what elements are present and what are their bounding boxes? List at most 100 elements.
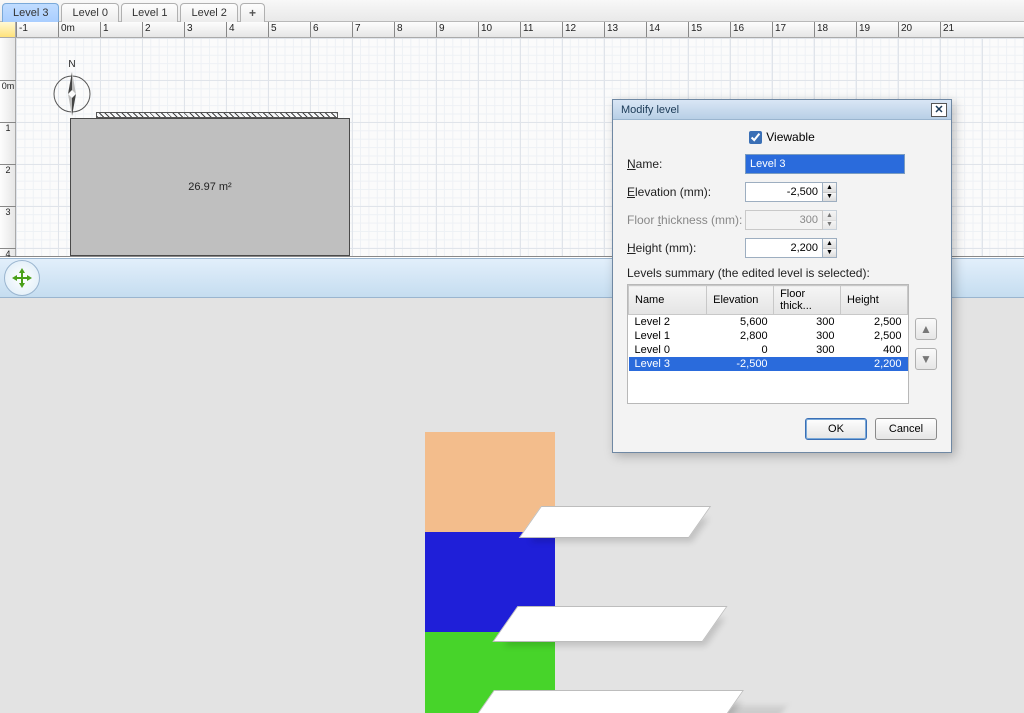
elevation-label: Elevation (mm): (627, 185, 745, 199)
summary-row[interactable]: Level 12,8003002,500 (629, 329, 908, 343)
level-tab[interactable]: Level 3 (2, 3, 59, 22)
ruler-tick: -1 (16, 22, 28, 38)
compass-label: N (68, 59, 75, 70)
floor-thickness-label: Floor thickness (mm): (627, 213, 745, 227)
name-field[interactable] (745, 154, 905, 174)
ruler-tick: 0m (58, 22, 75, 38)
arrow-up-icon: ▲ (920, 322, 932, 336)
elevation-field[interactable] (745, 182, 823, 202)
elevation-spinner[interactable]: ▲ ▼ (823, 182, 837, 202)
dialog-body: Viewable Name: Elevation (mm): ▲ ▼ Floor… (613, 120, 951, 452)
move-up-button[interactable]: ▲ (915, 318, 937, 340)
level-tab[interactable]: Level 2 (180, 3, 237, 22)
ruler-tick: 13 (604, 22, 618, 38)
ruler-tick: 2 (142, 22, 151, 38)
level-tab[interactable]: Level 0 (61, 3, 118, 22)
add-level-tab[interactable]: + (240, 3, 265, 22)
ruler-tick: 7 (352, 22, 361, 38)
summary-cell: 2,800 (707, 329, 774, 343)
summary-cell: 2,500 (841, 329, 908, 343)
ruler-tick: 1 (100, 22, 109, 38)
ruler-tick: 11 (520, 22, 533, 38)
summary-cell (774, 357, 841, 371)
ruler-corner (0, 22, 16, 38)
summary-cell: Level 1 (629, 329, 707, 343)
summary-label: Levels summary (the edited level is sele… (627, 266, 937, 280)
summary-cell: 2,200 (841, 357, 908, 371)
horizontal-ruler: -10m123456789101112131415161718192021 (16, 22, 1024, 38)
summary-cell: 300 (774, 343, 841, 357)
summary-column-header[interactable]: Floor thick... (774, 286, 841, 315)
cancel-button[interactable]: Cancel (875, 418, 937, 440)
spinner-up-icon[interactable]: ▲ (823, 239, 836, 249)
ruler-tick: 2 (0, 164, 16, 175)
summary-column-header[interactable]: Name (629, 286, 707, 315)
ok-button[interactable]: OK (805, 418, 867, 440)
summary-row[interactable]: Level 25,6003002,500 (629, 315, 908, 330)
summary-column-header[interactable]: Height (841, 286, 908, 315)
summary-row[interactable]: Level 3-2,500 2,200 (629, 357, 908, 371)
spinner-down-icon[interactable]: ▼ (823, 249, 836, 258)
floor-thickness-spinner: ▲ ▼ (823, 210, 837, 230)
summary-cell: 2,500 (841, 315, 908, 330)
summary-cell: Level 3 (629, 357, 707, 371)
ruler-tick: 8 (394, 22, 403, 38)
summary-column-header[interactable]: Elevation (707, 286, 774, 315)
ruler-tick: 17 (772, 22, 786, 38)
floor-thickness-field (745, 210, 823, 230)
level-tab[interactable]: Level 1 (121, 3, 178, 22)
close-icon: ✕ (934, 103, 943, 116)
ruler-tick: 4 (226, 22, 235, 38)
vertical-ruler: 0m1234 (0, 38, 16, 256)
summary-cell: 300 (774, 315, 841, 330)
floor-slab-1 (519, 506, 711, 538)
dialog-close-button[interactable]: ✕ (931, 103, 947, 117)
summary-cell: Level 2 (629, 315, 707, 330)
summary-cell: Level 0 (629, 343, 707, 357)
summary-cell: 400 (841, 343, 908, 357)
room-shape[interactable]: 26.97 m² (70, 118, 350, 256)
ruler-tick: 12 (562, 22, 576, 38)
move-down-button[interactable]: ▼ (915, 348, 937, 370)
ruler-tick: 0m (0, 80, 16, 91)
spinner-up-icon[interactable]: ▲ (823, 183, 836, 193)
summary-row[interactable]: Level 00300400 (629, 343, 908, 357)
ruler-tick: 15 (688, 22, 702, 38)
summary-cell: 300 (774, 329, 841, 343)
spinner-up-icon: ▲ (823, 211, 836, 221)
name-label: Name: (627, 157, 745, 171)
ruler-tick: 14 (646, 22, 660, 38)
ruler-tick: 3 (184, 22, 193, 38)
ruler-tick: 6 (310, 22, 319, 38)
room-area-label: 26.97 m² (188, 181, 231, 193)
pan-arrows-icon (10, 266, 34, 290)
spinner-down-icon: ▼ (823, 221, 836, 230)
ruler-tick: 16 (730, 22, 744, 38)
ruler-tick: 20 (898, 22, 912, 38)
level-tab-bar: Level 3Level 0Level 1Level 2+ (0, 0, 1024, 22)
summary-cell: 0 (707, 343, 774, 357)
levels-summary-table[interactable]: NameElevationFloor thick...Height Level … (627, 284, 909, 404)
dialog-title-bar[interactable]: Modify level ✕ (613, 100, 951, 120)
viewable-label[interactable]: Viewable (766, 130, 815, 144)
floor-slab-3 (466, 690, 744, 713)
summary-cell: -2,500 (707, 357, 774, 371)
ruler-tick: 5 (268, 22, 277, 38)
viewable-checkbox[interactable] (749, 131, 762, 144)
ruler-tick: 18 (814, 22, 828, 38)
arrow-down-icon: ▼ (920, 352, 932, 366)
height-field[interactable] (745, 238, 823, 258)
ruler-tick: 1 (0, 122, 16, 133)
ruler-tick: 3 (0, 206, 16, 217)
height-spinner[interactable]: ▲ ▼ (823, 238, 837, 258)
floor-slab-2 (492, 606, 727, 642)
compass-icon: N (48, 58, 96, 118)
spinner-down-icon[interactable]: ▼ (823, 193, 836, 202)
ruler-tick: 21 (940, 22, 954, 38)
ruler-tick: 10 (478, 22, 492, 38)
dialog-title-text: Modify level (621, 104, 679, 116)
ruler-tick: 9 (436, 22, 445, 38)
summary-cell: 5,600 (707, 315, 774, 330)
modify-level-dialog: Modify level ✕ Viewable Name: Elevation … (612, 99, 952, 453)
pan-button[interactable] (4, 260, 40, 296)
